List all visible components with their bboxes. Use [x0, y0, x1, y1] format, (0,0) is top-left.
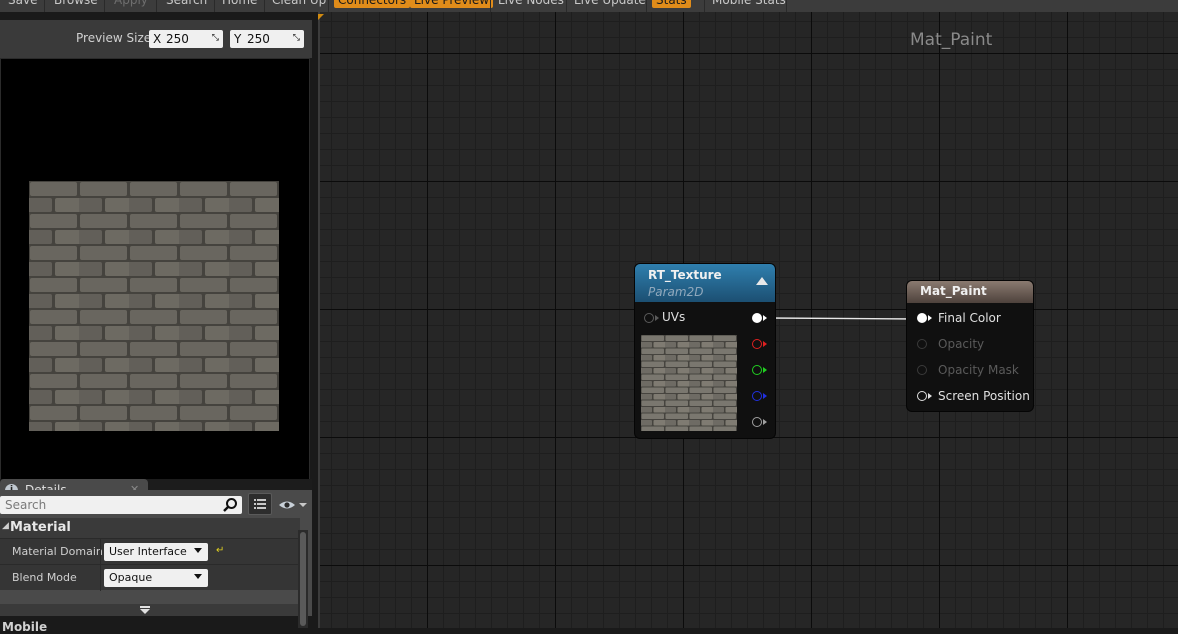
final-color-label: Final Color — [938, 311, 1001, 325]
green-output-pin[interactable] — [752, 365, 762, 375]
node-header: Mat_Paint — [907, 281, 1033, 303]
uvs-input-pin[interactable] — [644, 313, 654, 323]
final-color-input-pin[interactable] — [917, 313, 927, 323]
node-title: Mat_Paint — [920, 284, 987, 298]
texture-thumbnail — [641, 335, 737, 431]
blue-output-pin[interactable] — [752, 391, 762, 401]
opacity-mask-label: Opacity Mask — [938, 363, 1019, 377]
opacity-input-pin — [917, 339, 927, 349]
node-subtitle: Param2D — [648, 285, 704, 299]
uvs-pin-label: UVs — [662, 310, 686, 324]
screen-position-label: Screen Position — [938, 389, 1030, 403]
rt-texture-node[interactable]: RT_Texture Param2D UVs — [635, 264, 775, 438]
alpha-output-pin[interactable] — [752, 417, 762, 427]
collapse-arrow-icon[interactable] — [756, 277, 768, 285]
opacity-mask-input-pin — [917, 365, 927, 375]
node-title: RT_Texture — [648, 268, 722, 282]
red-output-pin[interactable] — [752, 339, 762, 349]
mat-paint-result-node[interactable]: Mat_Paint Final Color Opacity Opacity Ma… — [907, 281, 1033, 411]
screen-position-input-pin[interactable] — [917, 391, 927, 401]
node-header: RT_Texture Param2D — [635, 264, 775, 302]
rgb-output-pin[interactable] — [752, 313, 762, 323]
opacity-label: Opacity — [938, 337, 985, 351]
